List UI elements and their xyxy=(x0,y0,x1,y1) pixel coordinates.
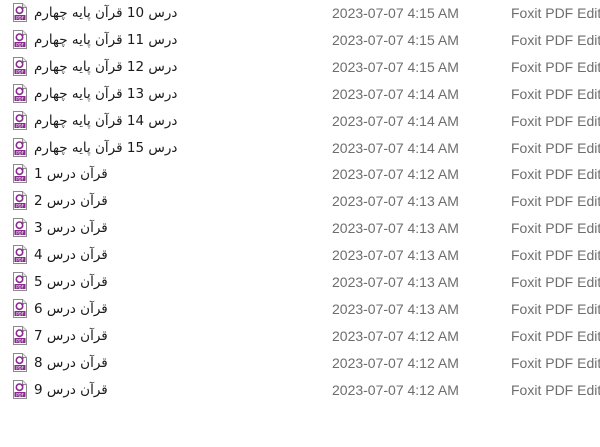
file-row[interactable]: PDF درس 12 قرآن پایه چهارم 2023-07-07 4:… xyxy=(0,54,600,80)
file-date-modified: 2023-07-07 4:12 AM xyxy=(332,381,459,398)
pdf-file-icon: PDF xyxy=(12,164,28,184)
file-type: Foxit PDF Edit xyxy=(511,327,600,344)
svg-text:PDF: PDF xyxy=(16,338,24,343)
svg-text:PDF: PDF xyxy=(16,204,24,209)
pdf-file-icon: PDF xyxy=(12,29,28,49)
pdf-file-icon: PDF xyxy=(12,218,28,238)
file-type: Foxit PDF Edit xyxy=(511,166,600,183)
svg-text:PDF: PDF xyxy=(16,177,24,182)
pdf-file-icon: PDF xyxy=(12,298,28,318)
file-date-modified: 2023-07-07 4:15 AM xyxy=(332,58,459,75)
file-name: درس 11 قرآن پایه چهارم xyxy=(34,31,178,48)
file-type: Foxit PDF Edit xyxy=(511,381,600,398)
file-row[interactable]: PDF درس 10 قرآن پایه چهارم 2023-07-07 4:… xyxy=(0,0,600,26)
file-name: قرآن درس 7 xyxy=(34,327,108,344)
file-row[interactable]: PDF درس 15 قرآن پایه چهارم 2023-07-07 4:… xyxy=(0,135,600,161)
file-type: Foxit PDF Edit xyxy=(511,300,600,317)
file-type: Foxit PDF Edit xyxy=(511,58,600,75)
file-row[interactable]: PDF قرآن درس 6 2023-07-07 4:13 AM Foxit … xyxy=(0,296,600,322)
file-name: قرآن درس 9 xyxy=(34,381,108,398)
svg-text:PDF: PDF xyxy=(16,284,24,289)
file-date-modified: 2023-07-07 4:15 AM xyxy=(332,31,459,48)
svg-text:PDF: PDF xyxy=(16,15,24,20)
file-row[interactable]: PDF قرآن درس 7 2023-07-07 4:12 AM Foxit … xyxy=(0,323,600,349)
file-list: PDF درس 10 قرآن پایه چهارم 2023-07-07 4:… xyxy=(0,0,600,447)
svg-text:PDF: PDF xyxy=(16,69,24,74)
file-date-modified: 2023-07-07 4:12 AM xyxy=(332,354,459,371)
svg-text:PDF: PDF xyxy=(16,231,24,236)
pdf-file-icon: PDF xyxy=(12,379,28,399)
file-date-modified: 2023-07-07 4:13 AM xyxy=(332,220,459,237)
file-type: Foxit PDF Edit xyxy=(511,31,600,48)
svg-text:PDF: PDF xyxy=(16,150,24,155)
file-row[interactable]: PDF قرآن درس 8 2023-07-07 4:12 AM Foxit … xyxy=(0,350,600,376)
file-type: Foxit PDF Edit xyxy=(511,112,600,129)
pdf-file-icon: PDF xyxy=(12,3,28,22)
pdf-file-icon: PDF xyxy=(12,272,28,291)
file-date-modified: 2023-07-07 4:14 AM xyxy=(332,139,459,156)
file-name: قرآن درس 5 xyxy=(34,274,108,290)
pdf-file-icon: PDF xyxy=(12,245,28,265)
file-row[interactable]: PDF درس 14 قرآن پایه چهارم 2023-07-07 4:… xyxy=(0,108,600,134)
file-name: درس 15 قرآن پایه چهارم xyxy=(34,139,178,156)
file-type: Foxit PDF Edit xyxy=(511,274,600,290)
pdf-file-icon: PDF xyxy=(12,56,28,76)
file-name: قرآن درس 8 xyxy=(34,354,108,371)
file-date-modified: 2023-07-07 4:13 AM xyxy=(332,300,459,317)
pdf-file-icon: PDF xyxy=(12,137,28,157)
svg-text:PDF: PDF xyxy=(16,365,24,370)
file-type: Foxit PDF Edit xyxy=(511,247,600,264)
file-date-modified: 2023-07-07 4:13 AM xyxy=(332,193,459,210)
pdf-file-icon: PDF xyxy=(12,83,28,103)
svg-text:PDF: PDF xyxy=(16,123,24,128)
file-name: قرآن درس 1 xyxy=(34,166,108,183)
file-date-modified: 2023-07-07 4:14 AM xyxy=(332,112,459,129)
file-name: قرآن درس 3 xyxy=(34,220,108,237)
file-name: درس 13 قرآن پایه چهارم xyxy=(34,85,178,102)
file-date-modified: 2023-07-07 4:13 AM xyxy=(332,247,459,264)
pdf-file-icon: PDF xyxy=(12,325,28,345)
file-date-modified: 2023-07-07 4:12 AM xyxy=(332,166,459,183)
file-row[interactable]: PDF قرآن درس 1 2023-07-07 4:12 AM Foxit … xyxy=(0,161,600,187)
pdf-file-icon: PDF xyxy=(12,110,28,130)
file-date-modified: 2023-07-07 4:14 AM xyxy=(332,85,459,102)
file-name: درس 12 قرآن پایه چهارم xyxy=(34,58,178,75)
svg-text:PDF: PDF xyxy=(16,257,24,262)
pdf-file-icon: PDF xyxy=(12,352,28,372)
file-row[interactable]: PDF قرآن درس 2 2023-07-07 4:13 AM Foxit … xyxy=(0,188,600,214)
svg-text:PDF: PDF xyxy=(16,42,24,47)
file-date-modified: 2023-07-07 4:12 AM xyxy=(332,327,459,344)
file-row[interactable]: PDF قرآن درس 3 2023-07-07 4:13 AM Foxit … xyxy=(0,215,600,241)
pdf-file-icon: PDF xyxy=(12,191,28,211)
file-date-modified: 2023-07-07 4:13 AM xyxy=(332,274,459,290)
svg-text:PDF: PDF xyxy=(16,392,24,397)
file-row[interactable]: PDF درس 11 قرآن پایه چهارم 2023-07-07 4:… xyxy=(0,27,600,53)
file-row[interactable]: PDF قرآن درس 9 2023-07-07 4:12 AM Foxit … xyxy=(0,377,600,403)
file-type: Foxit PDF Edit xyxy=(511,5,600,21)
file-name: قرآن درس 4 xyxy=(34,247,108,264)
file-name: قرآن درس 6 xyxy=(34,300,108,317)
file-name: قرآن درس 2 xyxy=(34,193,108,210)
file-type: Foxit PDF Edit xyxy=(511,193,600,210)
file-name: درس 14 قرآن پایه چهارم xyxy=(34,112,178,129)
file-date-modified: 2023-07-07 4:15 AM xyxy=(332,5,459,21)
svg-text:PDF: PDF xyxy=(16,96,24,101)
file-type: Foxit PDF Edit xyxy=(511,354,600,371)
svg-text:PDF: PDF xyxy=(16,311,24,316)
file-row[interactable]: PDF قرآن درس 5 2023-07-07 4:13 AM Foxit … xyxy=(0,269,600,295)
file-row[interactable]: PDF درس 13 قرآن پایه چهارم 2023-07-07 4:… xyxy=(0,81,600,107)
file-type: Foxit PDF Edit xyxy=(511,220,600,237)
file-type: Foxit PDF Edit xyxy=(511,139,600,156)
file-row[interactable]: PDF قرآن درس 4 2023-07-07 4:13 AM Foxit … xyxy=(0,242,600,268)
file-type: Foxit PDF Edit xyxy=(511,85,600,102)
file-name: درس 10 قرآن پایه چهارم xyxy=(34,5,178,21)
